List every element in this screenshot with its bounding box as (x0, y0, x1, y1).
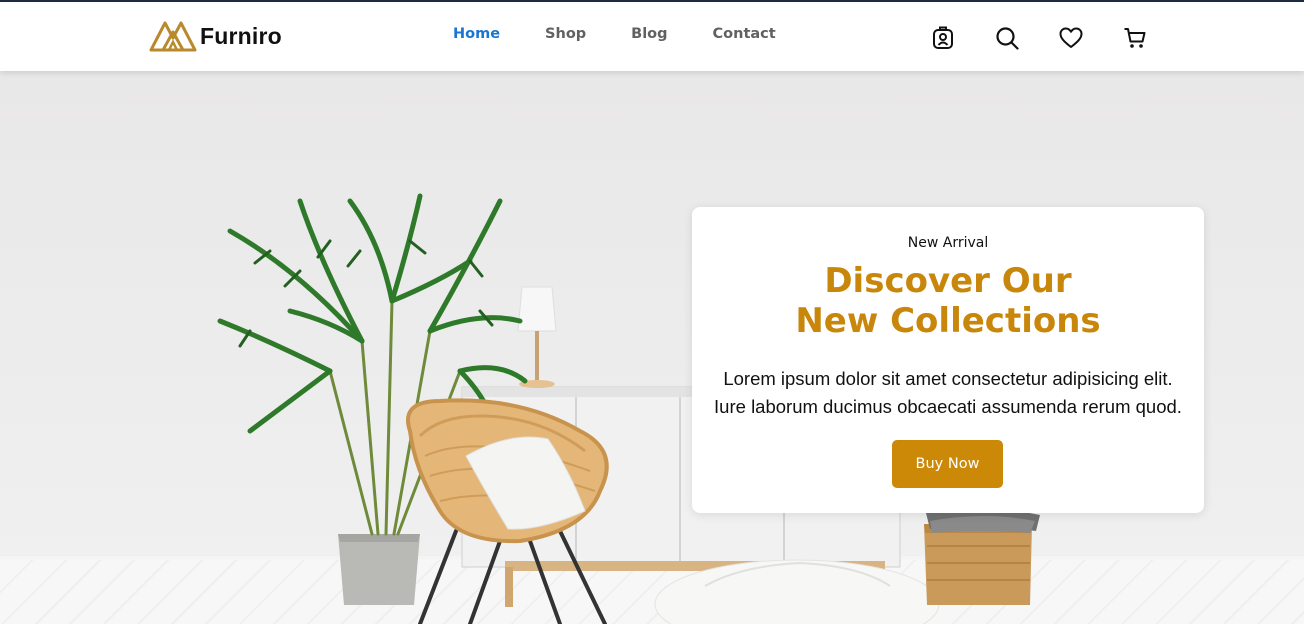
cart-icon[interactable] (1122, 25, 1148, 51)
hero-title-line1: Discover Our (824, 261, 1072, 301)
hero-desc-line1: Lorem ipsum dolor sit amet consectetur a… (723, 368, 1173, 389)
hero-eyebrow: New Arrival (907, 235, 989, 251)
hero-section: New Arrival Discover Our New Collections… (0, 71, 1304, 624)
heart-icon[interactable] (1058, 25, 1084, 51)
main-nav: Home Shop Blog Contact (453, 26, 821, 42)
nav-contact[interactable]: Contact (713, 26, 776, 42)
hero-description: Lorem ipsum dolor sit amet consectetur a… (710, 365, 1186, 421)
brand-name: Furniro (200, 22, 282, 49)
account-icon[interactable] (930, 25, 956, 51)
buy-now-button[interactable]: Buy Now (892, 440, 1003, 488)
hero-title: Discover Our New Collections (692, 261, 1204, 341)
search-icon[interactable] (994, 25, 1020, 51)
furniro-logo-icon (149, 21, 197, 52)
site-header: Furniro Home Shop Blog Contact (0, 2, 1304, 71)
hero-card: New Arrival Discover Our New Collections… (692, 207, 1204, 513)
nav-blog[interactable]: Blog (631, 26, 667, 42)
basket (924, 508, 1040, 605)
nav-shop[interactable]: Shop (545, 26, 586, 42)
logo[interactable]: Furniro (149, 20, 282, 52)
nav-home[interactable]: Home (453, 26, 500, 42)
hero-title-line2: New Collections (795, 301, 1101, 341)
plant-pot (338, 534, 420, 605)
table-lamp (517, 286, 557, 388)
hero-desc-line2: Iure laborum ducimus obcaecati assumenda… (714, 396, 1182, 417)
header-icons (930, 25, 1186, 51)
